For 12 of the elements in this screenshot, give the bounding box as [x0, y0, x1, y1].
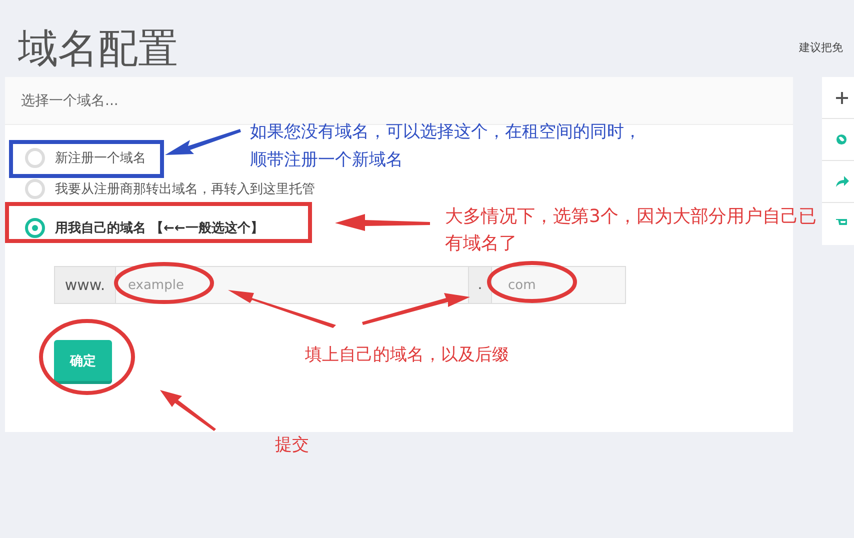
radio-option[interactable]: 新注册一个域名	[25, 145, 146, 170]
radio-option[interactable]: 我要从注册商那转出域名，再转入到这里托管	[25, 176, 315, 201]
plus-icon[interactable]	[836, 92, 848, 104]
arrow	[160, 390, 216, 431]
radio-button[interactable]	[25, 218, 45, 238]
annotation-text: 填上自己的域名，以及后缀	[305, 344, 510, 367]
page-title: 域名配置	[18, 25, 178, 74]
annotation-text: 提交	[275, 434, 310, 457]
annotation-text: 大多情况下，选第3个，因为大部分用户自己已有域名了	[445, 205, 818, 256]
hint-text: 建议把免	[799, 40, 844, 55]
share-icon[interactable]	[836, 176, 849, 187]
radio-option[interactable]: 用我自己的域名 【←←一般选这个】	[25, 215, 264, 240]
